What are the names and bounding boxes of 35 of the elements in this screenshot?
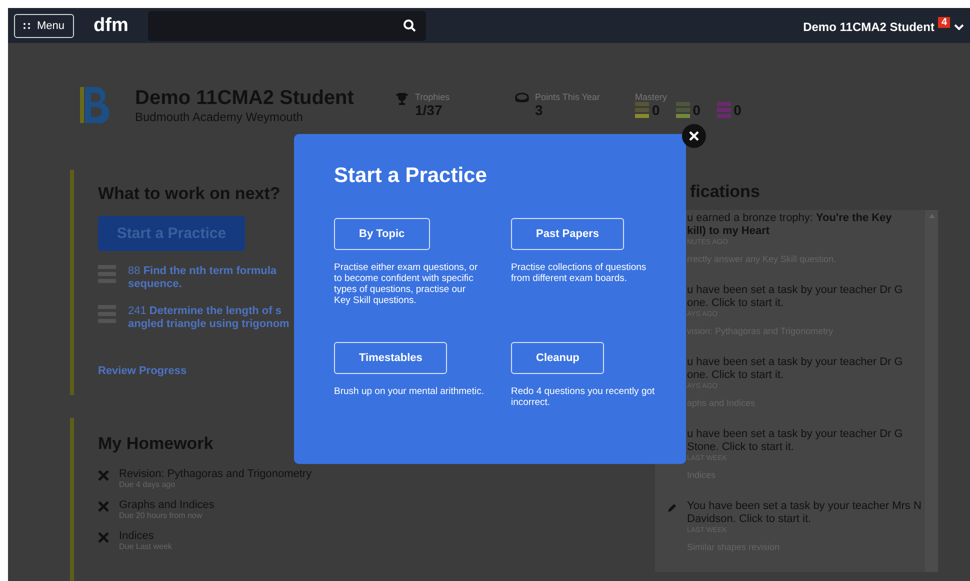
practice-option-button[interactable]: Cleanup [511, 342, 604, 374]
school-logo [80, 85, 110, 125]
trophy-icon [395, 92, 409, 106]
pencil-icon [667, 503, 677, 513]
logo[interactable]: dfm [94, 14, 128, 36]
cross-icon [98, 501, 109, 512]
review-progress-link[interactable]: Review Progress [98, 365, 187, 377]
topic-link[interactable]: 88 Find the nth term formula sequence. [128, 265, 277, 291]
chevron-down-icon[interactable] [954, 23, 964, 31]
search-field[interactable] [148, 10, 426, 40]
grid-dots-icon [23, 22, 31, 30]
cross-icon [98, 532, 109, 543]
option-description: Practise either exam questions, or to become confident with specific types of questions, practise our Key Skill questions. [334, 262, 479, 306]
menu-button[interactable]: Menu [14, 14, 74, 38]
option-description: Practise collections of questions from different exam boards. [511, 262, 648, 284]
practice-option-button[interactable]: Timestables [334, 342, 448, 374]
topic-link[interactable]: 241 Determine the length of s angled triangle using trigonom [128, 305, 290, 331]
list-icon [98, 265, 116, 285]
dialog-title: Start a Practice [334, 164, 488, 188]
user-name[interactable]: Demo 11CMA2 Student [803, 20, 934, 34]
option-description: Brush up on your mental arithmetic. [334, 386, 484, 397]
mastery-label: Mastery [635, 92, 668, 102]
stat-label: Trophies [415, 92, 450, 102]
search-icon[interactable] [403, 19, 416, 32]
practice-option-button[interactable]: By Topic [334, 218, 430, 250]
notification-badge: 4 [938, 17, 950, 28]
close-icon[interactable] [689, 131, 699, 141]
cross-icon [98, 470, 109, 481]
scrollbar[interactable] [925, 210, 938, 572]
list-icon [98, 305, 116, 325]
option-description: Redo 4 questions you recently got incorrect. [511, 386, 656, 408]
close-button[interactable] [682, 124, 706, 148]
practice-option-button[interactable]: Past Papers [511, 218, 624, 250]
coin-icon [515, 92, 529, 104]
stat-label: Points This Year [535, 92, 600, 102]
